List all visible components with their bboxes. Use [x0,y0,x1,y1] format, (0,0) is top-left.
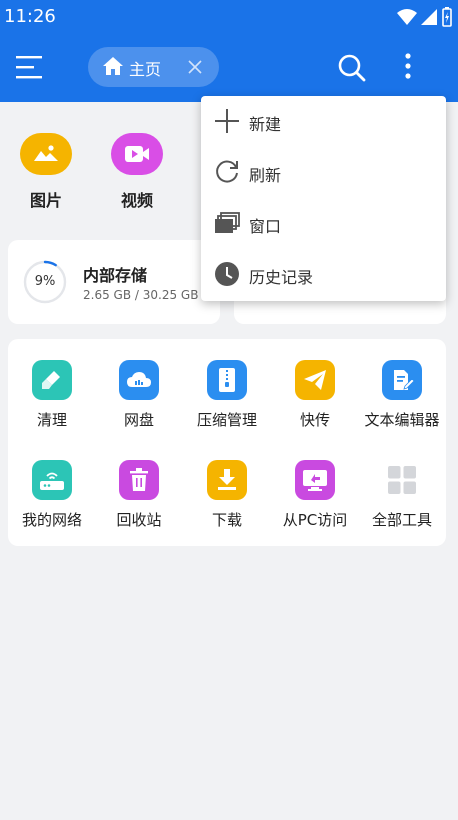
zip-icon [207,360,247,400]
home-tab-label: 主页 [129,60,162,79]
document-edit-icon [382,360,422,400]
status-bar: 11:26 [0,0,458,34]
cloud-icon [119,360,159,400]
menu-item-refresh[interactable]: 刷新 [201,147,446,198]
tool-all-tools[interactable]: 全部工具 [358,460,446,530]
refresh-icon [216,160,238,183]
tool-cloud[interactable]: 网盘 [95,360,183,430]
tool-label: 清理 [36,411,67,429]
tools-panel: 清理 网盘 压缩管理 快传 文本编辑器 我的网络 回收站 下载 从PC访问 全部… [8,339,446,546]
menu-item-history[interactable]: 历史记录 [201,249,446,300]
trash-icon [119,460,159,500]
menu-item-label: 窗口 [249,217,282,236]
home-tab[interactable]: 主页 [88,47,219,87]
send-icon [295,360,335,400]
tool-label: 从PC访问 [282,511,348,529]
windows-icon [215,212,240,233]
router-icon [32,460,72,500]
close-icon[interactable] [186,58,204,76]
grid-icon [382,460,422,500]
overflow-menu: 新建 刷新 窗口 历史记录 [201,96,446,301]
storage-title: 内部存储 [83,266,148,285]
tool-quick-transfer[interactable]: 快传 [271,360,359,430]
video-icon [111,133,163,175]
tool-clean[interactable]: 清理 [8,360,96,430]
menu-icon[interactable] [16,54,46,80]
tool-label: 快传 [299,411,330,429]
pc-access-icon [295,460,335,500]
menu-item-label: 新建 [249,115,282,134]
shortcut-images[interactable]: 图片 [11,133,81,211]
history-icon [215,262,239,286]
more-options-icon[interactable] [398,52,418,82]
tool-label: 文本编辑器 [364,411,440,429]
broom-icon [32,360,72,400]
app-bar: 主页 [0,34,458,102]
menu-item-label: 历史记录 [249,268,314,287]
menu-item-label: 刷新 [249,166,282,185]
tool-pc-access[interactable]: 从PC访问 [271,460,359,530]
shortcut-label: 图片 [29,191,62,210]
tool-label: 回收站 [116,511,162,529]
wifi-icon [397,9,417,25]
tool-text-editor[interactable]: 文本编辑器 [358,360,446,430]
search-icon[interactable] [337,53,367,83]
tool-recycle-bin[interactable]: 回收站 [95,460,183,530]
storage-usage: 2.65 GB / 30.25 GB [83,288,199,302]
tool-compress[interactable]: 压缩管理 [183,360,271,430]
home-icon [103,57,123,75]
storage-percent: 9% [34,274,56,289]
status-time: 11:26 [4,6,56,27]
internal-storage-card[interactable]: 9% 内部存储 2.65 GB / 30.25 GB [8,240,220,324]
tool-label: 下载 [211,511,242,529]
status-icons [397,7,452,27]
tool-label: 我的网络 [21,511,82,529]
battery-icon [442,7,452,27]
tool-my-network[interactable]: 我的网络 [8,460,96,530]
shortcut-videos[interactable]: 视频 [102,133,172,211]
signal-icon [421,9,437,25]
tool-label: 压缩管理 [196,411,257,429]
plus-icon [215,109,239,133]
image-icon [20,133,72,175]
menu-item-windows[interactable]: 窗口 [201,198,446,249]
tool-download[interactable]: 下载 [183,460,271,530]
tool-label: 网盘 [123,411,154,429]
shortcut-label: 视频 [120,191,153,210]
tool-label: 全部工具 [371,511,432,529]
download-icon [207,460,247,500]
menu-item-new[interactable]: 新建 [201,96,446,147]
